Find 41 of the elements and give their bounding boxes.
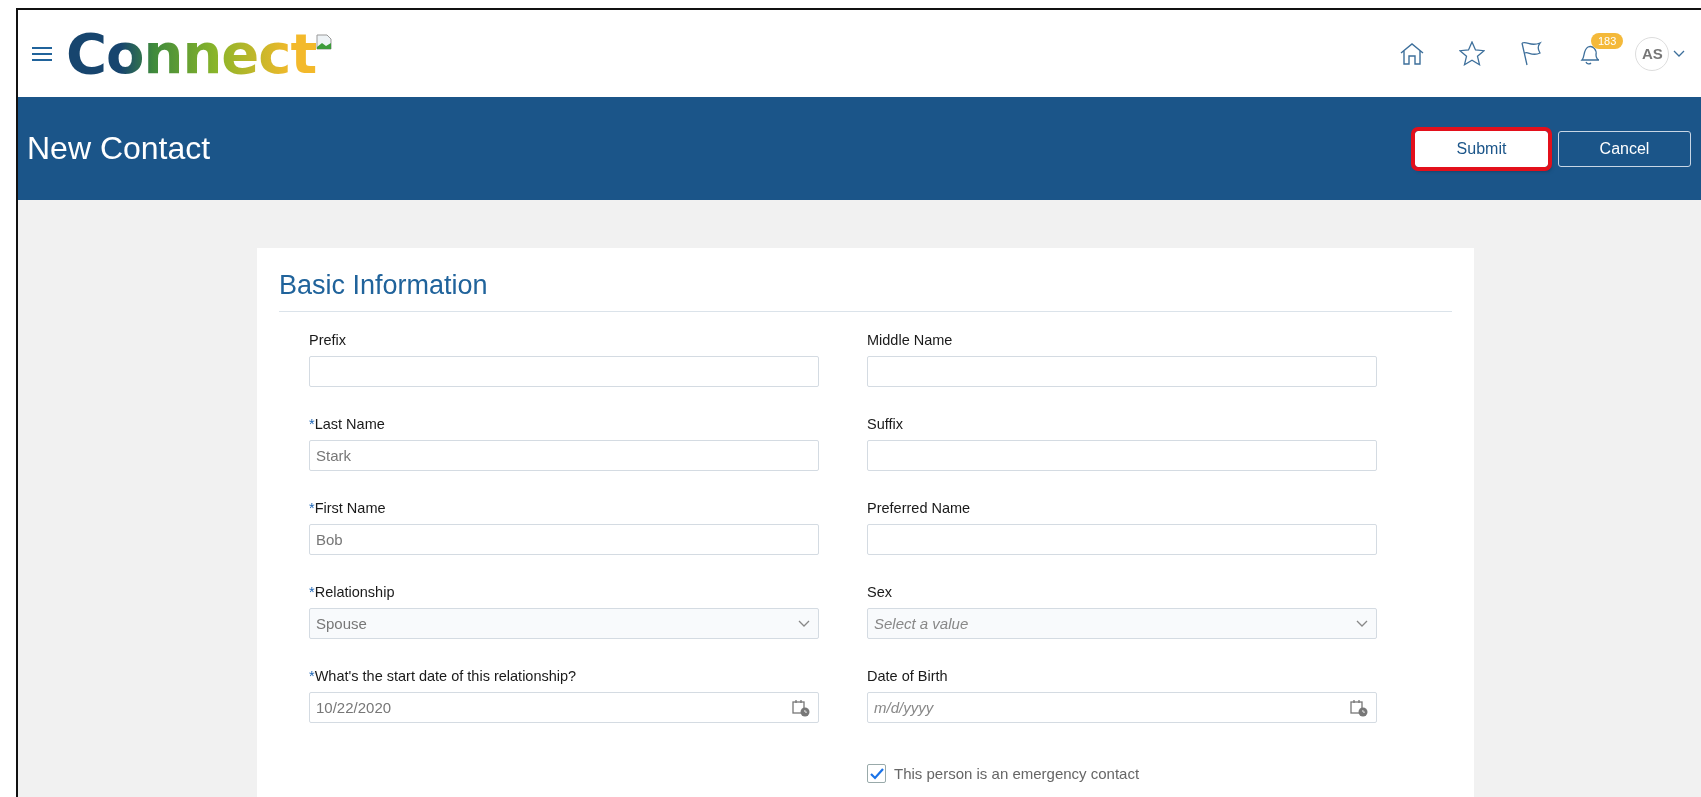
field-label: *First Name bbox=[309, 500, 387, 517]
field-label: Sex bbox=[867, 584, 893, 601]
required-mark: * bbox=[309, 584, 315, 600]
section-title: Basic Information bbox=[279, 270, 1452, 312]
page-title: New Contact bbox=[27, 130, 212, 167]
field-label: Preferred Name bbox=[867, 500, 972, 517]
calendar-clock-icon bbox=[1350, 698, 1368, 717]
chevron-down-icon bbox=[1356, 619, 1368, 628]
star-icon[interactable] bbox=[1459, 41, 1485, 66]
input-field[interactable] bbox=[867, 440, 1377, 471]
field-label: Middle Name bbox=[867, 332, 954, 349]
date-field[interactable]: m/d/yyyy bbox=[867, 692, 1377, 723]
input-field[interactable] bbox=[867, 356, 1377, 387]
field-label: *What's the start date of this relationship? bbox=[309, 668, 578, 685]
chevron-down-icon[interactable] bbox=[1673, 49, 1685, 58]
home-icon[interactable] bbox=[1399, 41, 1425, 66]
input-field[interactable]: Stark bbox=[309, 440, 819, 471]
calendar-clock-icon bbox=[792, 698, 810, 717]
field-label: *Relationship bbox=[309, 584, 396, 601]
required-mark: * bbox=[309, 416, 315, 432]
dropdown-field[interactable]: Select a value bbox=[867, 608, 1377, 639]
flag-icon[interactable] bbox=[1519, 40, 1543, 67]
date-field[interactable]: 10/22/2020 bbox=[309, 692, 819, 723]
checkbox-label: This person is an emergency contact bbox=[894, 765, 1140, 782]
field-label: Date of Birth bbox=[867, 668, 949, 685]
broken-image-icon bbox=[316, 34, 333, 50]
required-mark: * bbox=[309, 668, 315, 684]
notification-badge: 183 bbox=[1591, 32, 1624, 49]
checkbox[interactable] bbox=[867, 764, 886, 783]
input-field[interactable]: Bob bbox=[309, 524, 819, 555]
menu-icon[interactable] bbox=[32, 46, 52, 61]
input-field[interactable] bbox=[309, 356, 819, 387]
chevron-down-icon bbox=[798, 619, 810, 628]
cancel-button[interactable]: Cancel bbox=[1558, 130, 1691, 167]
dropdown-field[interactable]: Spouse bbox=[309, 608, 819, 639]
field-label: Suffix bbox=[867, 416, 904, 433]
input-field[interactable] bbox=[867, 524, 1377, 555]
required-mark: * bbox=[309, 500, 315, 516]
field-label: *Last Name bbox=[309, 416, 386, 433]
field-label: Prefix bbox=[309, 332, 348, 349]
avatar[interactable]: AS bbox=[1635, 36, 1669, 71]
